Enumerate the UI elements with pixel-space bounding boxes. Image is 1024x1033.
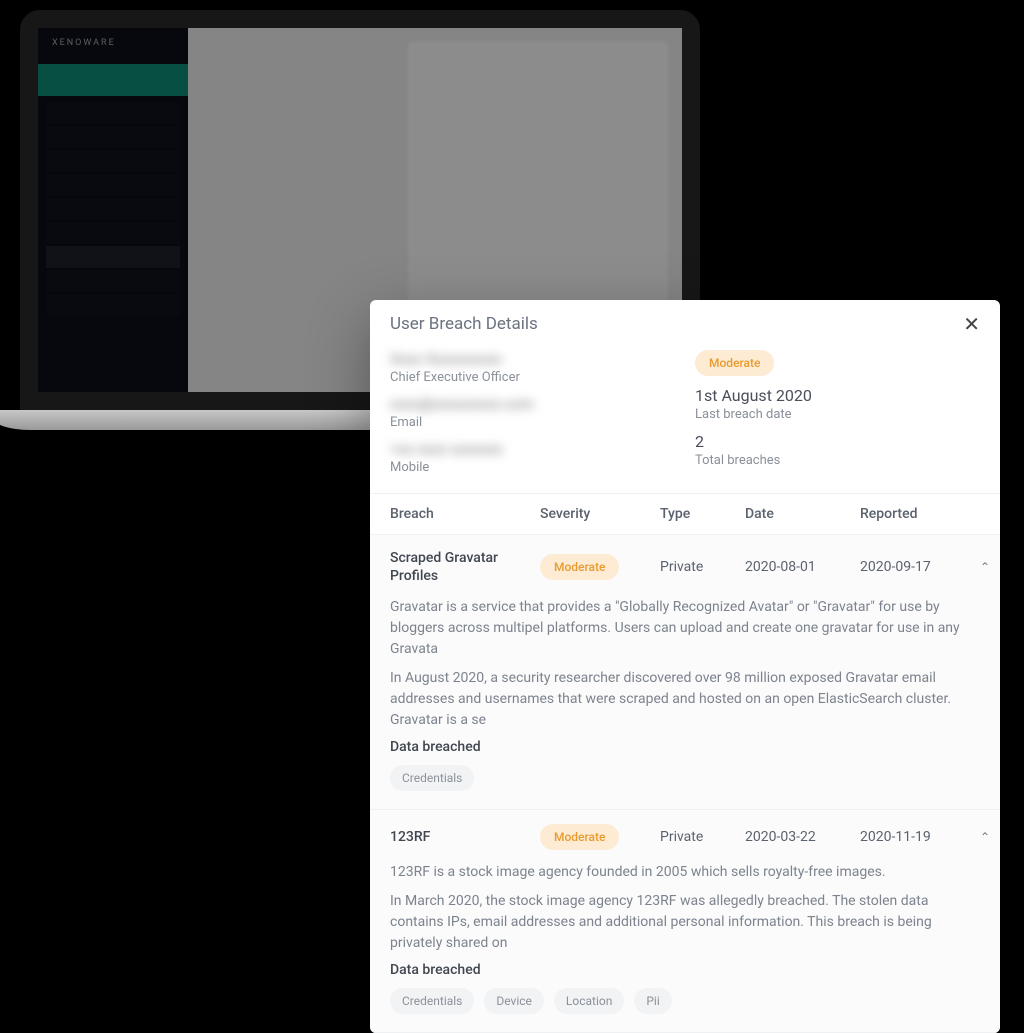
sidebar-item-active [46, 246, 180, 268]
breach-severity-badge: Moderate [540, 824, 619, 850]
breach-tags: Credentials [390, 765, 980, 791]
user-name-masked: Xxxx Xxxxxxxxxx [390, 350, 675, 368]
user-summary: Xxxx Xxxxxxxxxx Chief Executive Officer … [370, 344, 1000, 493]
breach-row[interactable]: Scraped Gravatar Profiles Moderate Priva… [390, 549, 980, 585]
user-breach-details-modal: User Breach Details ✕ Xxxx Xxxxxxxxxx Ch… [370, 300, 1000, 1033]
user-role: Chief Executive Officer [390, 370, 675, 385]
breach-type: Private [660, 559, 745, 575]
tag-pii: Pii [634, 988, 671, 1014]
mobile-label: Mobile [390, 460, 675, 475]
col-type: Type [660, 506, 745, 522]
last-breach-date: 1st August 2020 [695, 386, 980, 405]
sidebar-item [46, 270, 180, 292]
sidebar-item [46, 222, 180, 244]
breach-severity-badge: Moderate [540, 554, 619, 580]
breach-reported: 2020-09-17 [860, 559, 960, 575]
sidebar-item [46, 150, 180, 172]
breach-description: In March 2020, the stock image agency 12… [390, 891, 980, 954]
col-reported: Reported [860, 506, 960, 522]
sidebar-user-card [38, 64, 188, 96]
chevron-up-icon[interactable]: ⌃ [960, 830, 990, 844]
sidebar-item [46, 198, 180, 220]
total-breaches-label: Total breaches [695, 453, 980, 468]
breach-reported: 2020-11-19 [860, 829, 960, 845]
app-sidebar: XENOWARE [38, 28, 188, 392]
breach-description: In August 2020, a security researcher di… [390, 668, 980, 731]
brand-logo: XENOWARE [38, 28, 188, 58]
breach-entry: 123RF Moderate Private 2020-03-22 2020-1… [370, 810, 1000, 1033]
user-email-masked: xxxx@xxxxxxxxx.com [390, 395, 675, 413]
breach-date: 2020-08-01 [745, 559, 860, 575]
chevron-up-icon[interactable]: ⌃ [960, 560, 990, 574]
breach-description: Gravatar is a service that provides a "G… [390, 597, 980, 660]
col-severity: Severity [540, 506, 660, 522]
breach-tags: Credentials Device Location Pii [390, 988, 980, 1014]
tag-credentials: Credentials [390, 988, 474, 1014]
sidebar-item [46, 174, 180, 196]
sidebar-item [46, 126, 180, 148]
data-breached-label: Data breached [390, 962, 980, 978]
modal-title: User Breach Details [390, 314, 538, 334]
sidebar-item [46, 102, 180, 124]
close-icon[interactable]: ✕ [963, 314, 980, 334]
col-date: Date [745, 506, 860, 522]
breach-type: Private [660, 829, 745, 845]
email-label: Email [390, 415, 675, 430]
breach-name: Scraped Gravatar Profiles [390, 549, 540, 585]
sidebar-item [46, 294, 180, 316]
breach-date: 2020-03-22 [745, 829, 860, 845]
col-breach: Breach [390, 506, 540, 522]
modal-header: User Breach Details ✕ [370, 300, 1000, 344]
tag-device: Device [484, 988, 544, 1014]
severity-badge: Moderate [695, 350, 774, 376]
breach-entry: Scraped Gravatar Profiles Moderate Priva… [370, 535, 1000, 810]
breach-row[interactable]: 123RF Moderate Private 2020-03-22 2020-1… [390, 824, 980, 850]
tag-credentials: Credentials [390, 765, 474, 791]
tag-location: Location [554, 988, 624, 1014]
breach-name: 123RF [390, 828, 540, 846]
breach-description: 123RF is a stock image agency founded in… [390, 862, 980, 883]
last-breach-label: Last breach date [695, 407, 980, 422]
user-mobile-masked: +xx xxxx xxxxxxx [390, 440, 675, 458]
total-breaches: 2 [695, 432, 980, 451]
breach-table-header: Breach Severity Type Date Reported [370, 493, 1000, 535]
data-breached-label: Data breached [390, 739, 980, 755]
